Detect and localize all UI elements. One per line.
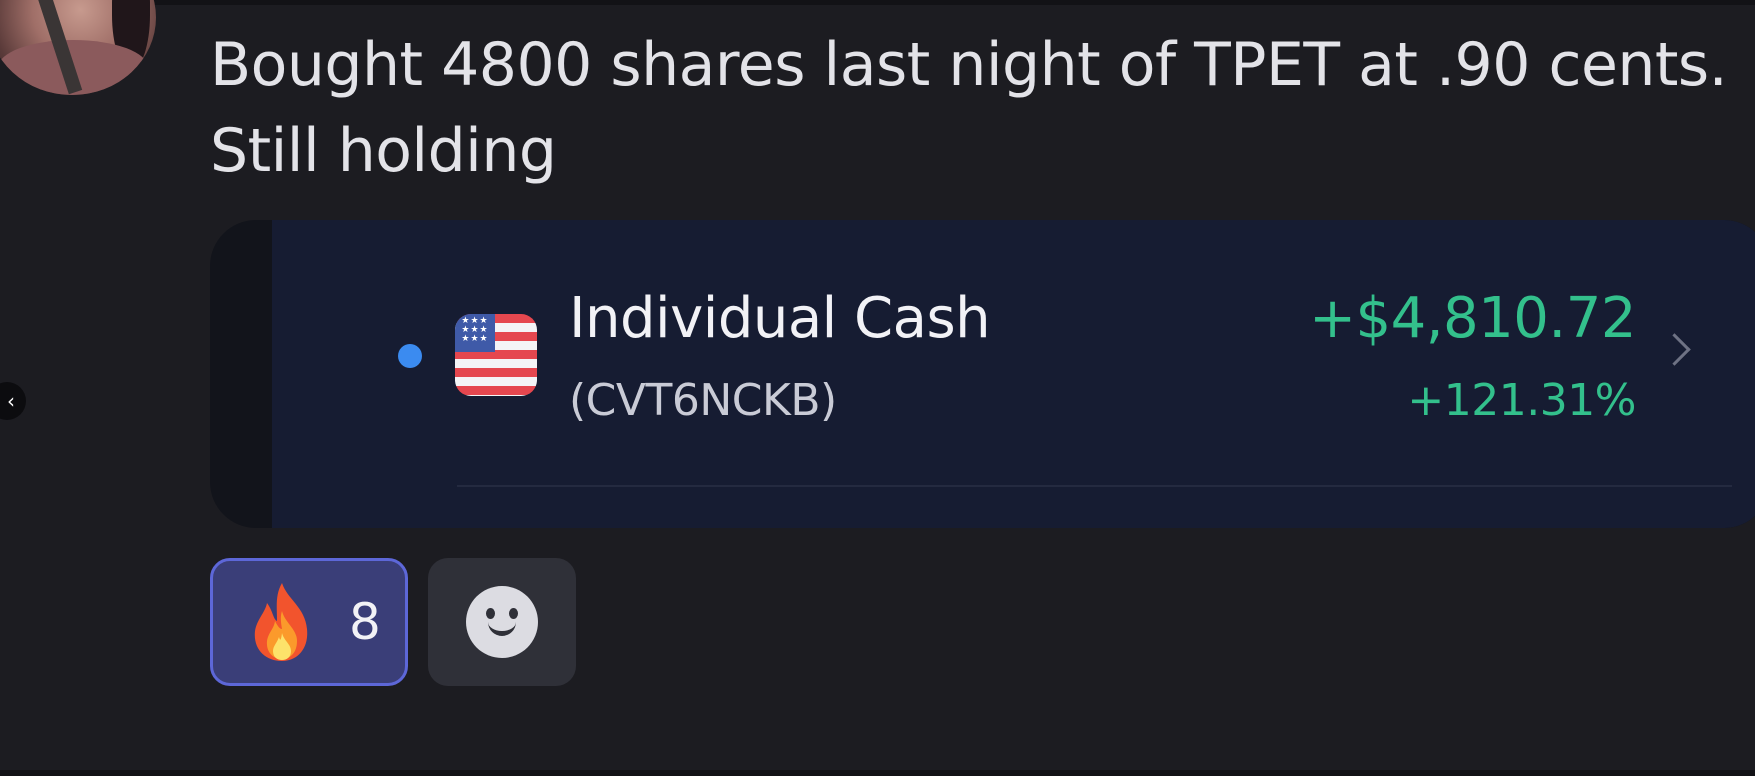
chevron-left-icon: ‹ [7,389,15,413]
account-embed-card[interactable]: ★★★ ★★★ ★★★ Individual Cash (CVT6NCKB) +$4… [210,220,1755,528]
row-divider [457,485,1732,487]
status-dot [398,344,422,368]
account-row[interactable]: ★★★ ★★★ ★★★ Individual Cash (CVT6NCKB) +$4… [272,220,1755,528]
account-name: Individual Cash [569,286,991,351]
us-flag-icon: ★★★ ★★★ ★★★ [455,314,537,396]
smiley-eye-right [509,608,518,619]
smiley-icon [466,586,538,658]
user-avatar[interactable] [0,0,156,95]
bottom-divider [0,770,1755,776]
previous-button[interactable]: ‹ [0,382,26,420]
reaction-count: 8 [349,593,381,651]
message-text: Bought 4800 shares last night of TPET at… [210,22,1730,194]
account-id: (CVT6NCKB) [569,375,837,426]
smiley-eye-left [486,608,495,619]
chevron-right-icon[interactable] [1658,333,1691,366]
message-line-2: Still holding [210,116,557,186]
flag-canton: ★★★ ★★★ ★★★ [455,314,495,352]
gain-percent: +121.31% [1407,375,1636,426]
message-view: Bought 4800 shares last night of TPET at… [0,0,1755,776]
message-line-1: Bought 4800 shares last night of TPET at… [210,30,1728,100]
smiley-mouth [488,620,516,636]
fire-icon [254,583,308,661]
add-reaction-button[interactable] [428,558,576,686]
top-divider [0,0,1755,5]
gain-amount: +$4,810.72 [1309,286,1636,351]
fire-reaction-button[interactable]: 8 [210,558,408,686]
